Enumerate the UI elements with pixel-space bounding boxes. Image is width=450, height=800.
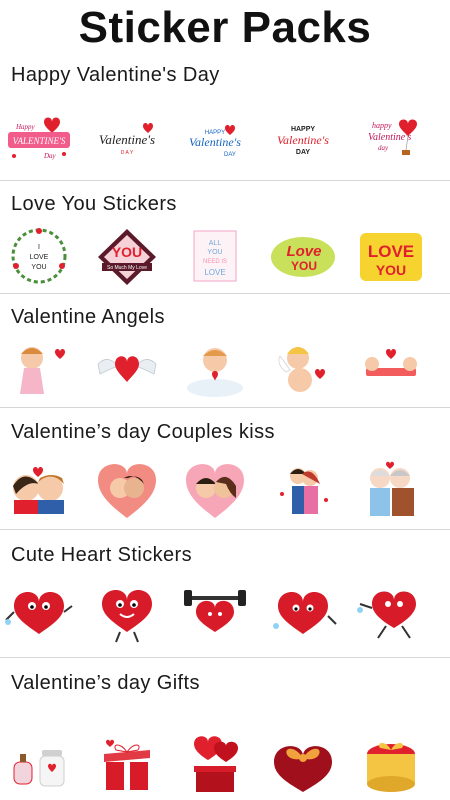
svg-text:Valentine's: Valentine's (189, 135, 241, 149)
svg-text:LOVE: LOVE (368, 242, 414, 261)
sticker-all-you-need-is-love: ALL YOU NEED IS LOVE (180, 221, 250, 291)
sticker-pack-cute-hearts[interactable]: Cute Heart Stickers (0, 530, 450, 658)
sticker-i-love-you-so-much: YOU So Much My Love (92, 221, 162, 291)
sticker-winged-heart (92, 334, 162, 404)
sticker-angel-girl (4, 334, 74, 404)
svg-text:Happy: Happy (15, 123, 36, 131)
svg-text:YOU: YOU (31, 264, 46, 271)
sticker-pack-valentines-gifts[interactable]: Valentine’s day Gifts (0, 658, 450, 800)
pack-title: Cute Heart Stickers (11, 544, 192, 566)
sticker-heart-box-bow (268, 728, 338, 798)
svg-text:YOU: YOU (291, 259, 317, 273)
svg-text:VALENTINE'S: VALENTINE'S (13, 136, 66, 146)
sticker-couple-kiss-hearts (268, 454, 338, 524)
pack-title: Valentine Angels (11, 306, 165, 328)
sticker-heart-character-3 (268, 576, 338, 646)
pack-title: Love You Stickers (11, 193, 177, 215)
sticker-happy-valentines-day-red: HAPPY Valentine's DAY (268, 104, 338, 174)
sticker-happy-valentines-ribbon: VALENTINE'S Happy Day (4, 104, 74, 174)
svg-text:LOVE: LOVE (30, 254, 49, 261)
svg-text:happy: happy (372, 121, 392, 130)
sticker-couple-kiss-heart-frame (92, 454, 162, 524)
svg-text:D A Y: D A Y (121, 150, 134, 156)
svg-text:DAY: DAY (296, 149, 310, 156)
sticker-love-potion-jar (4, 728, 74, 798)
svg-text:Valentine's: Valentine's (99, 132, 155, 147)
svg-text:YOU: YOU (207, 249, 222, 256)
sticker-heart-character-running (356, 576, 426, 646)
sticker-heart-character-1 (4, 576, 74, 646)
sticker-gift-box-gold (356, 728, 426, 798)
sticker-gift-box-open (92, 728, 162, 798)
sticker-angels-banner (356, 334, 426, 404)
svg-text:day: day (378, 144, 389, 152)
sticker-couple-kiss-heart-frame-2 (180, 454, 250, 524)
page-title: Sticker Packs (78, 3, 372, 52)
sticker-pack-couples-kiss[interactable]: Valentine’s day Couples kiss (0, 408, 450, 530)
svg-text:Day: Day (43, 152, 57, 160)
sticker-happy-valentines-day-blue: HAPPY Valentine's DAY (180, 104, 250, 174)
sticker-love-you-yellow: Love YOU (268, 221, 338, 291)
sticker-pack-happy-valentines-day[interactable]: Happy Valentine's Day VALENTINE'S Happy … (0, 56, 450, 181)
sticker-pack-love-you[interactable]: Love You Stickers I LOVE YOU YOU So Much… (0, 181, 450, 294)
sticker-heart-balloons-gift (180, 728, 250, 798)
svg-text:LOVE: LOVE (204, 268, 225, 277)
sticker-couple-kiss-1 (4, 454, 74, 524)
sticker-old-couple-kiss (356, 454, 426, 524)
svg-text:YOU: YOU (376, 262, 406, 278)
svg-text:Love: Love (286, 243, 321, 260)
svg-text:Valentine's: Valentine's (368, 132, 411, 143)
pack-title: Valentine’s day Gifts (11, 672, 200, 694)
svg-text:Valentine's: Valentine's (277, 133, 329, 147)
svg-text:I: I (38, 244, 40, 251)
sticker-heart-character-2 (92, 576, 162, 646)
pack-title: Valentine’s day Couples kiss (11, 421, 275, 443)
sticker-love-you-block: LOVE YOU (356, 221, 426, 291)
sticker-valentines-heart-balloon: happy Valentine's day (356, 104, 426, 174)
sticker-valentines-script: Valentine's D A Y (92, 104, 162, 174)
svg-text:ALL: ALL (209, 240, 222, 247)
sticker-i-love-you-wreath: I LOVE YOU (4, 221, 74, 291)
svg-text:NEED IS: NEED IS (203, 259, 227, 265)
svg-text:DAY: DAY (224, 152, 236, 158)
svg-text:So Much My Love: So Much My Love (107, 265, 147, 271)
pack-title: Happy Valentine's Day (11, 64, 220, 86)
sticker-angel-on-cloud (180, 334, 250, 404)
svg-text:YOU: YOU (112, 244, 142, 260)
sticker-pack-valentine-angels[interactable]: Valentine Angels (0, 294, 450, 408)
sticker-cupid (268, 334, 338, 404)
svg-text:HAPPY: HAPPY (291, 126, 315, 133)
sticker-heart-weightlifter (180, 576, 250, 646)
